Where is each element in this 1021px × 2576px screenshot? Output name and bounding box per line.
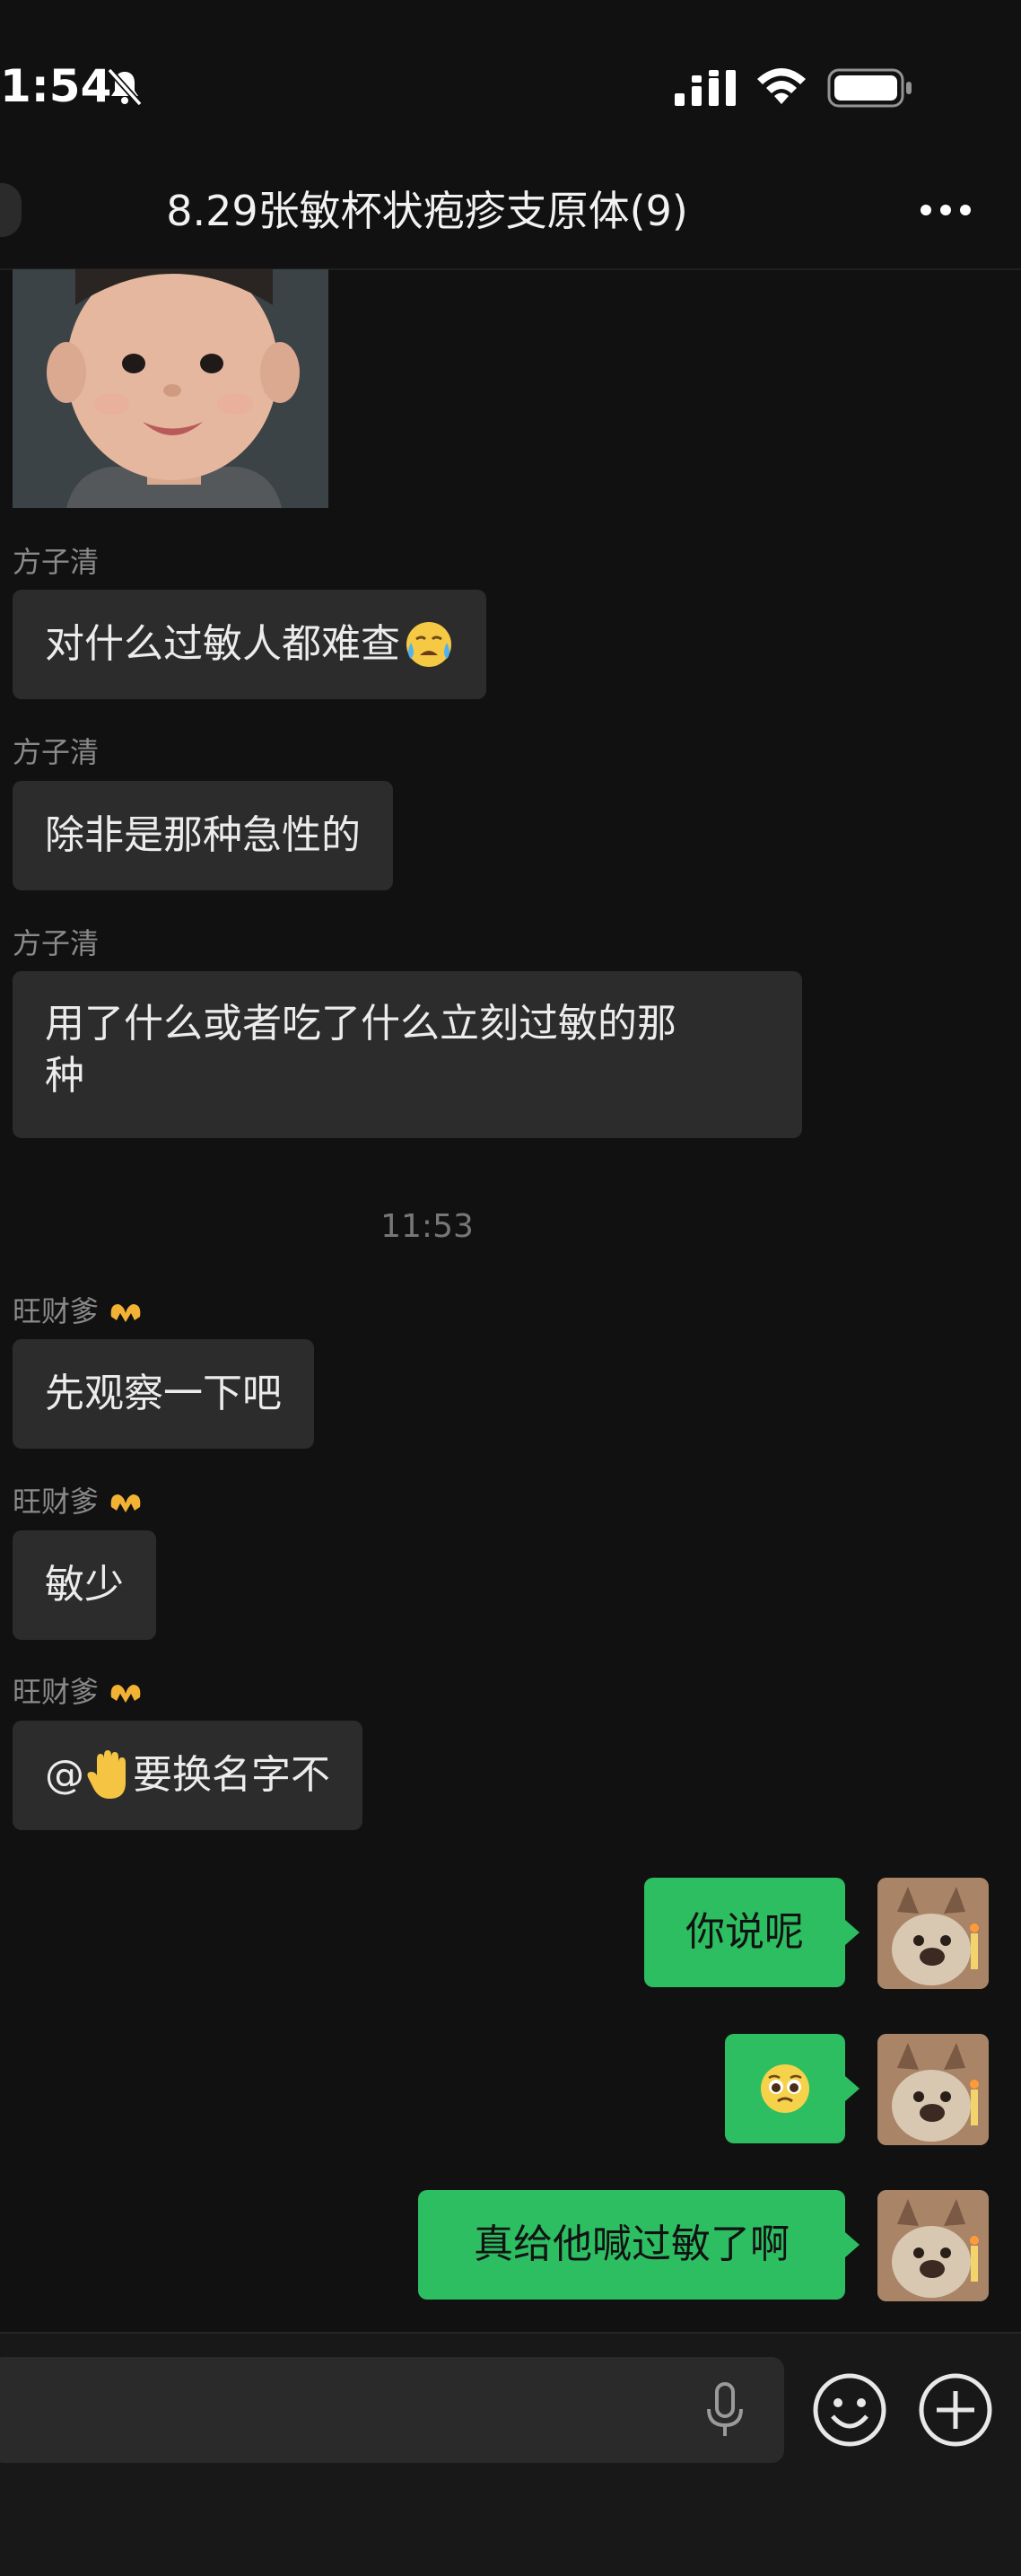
message-text: 敏少 (45, 1562, 124, 1608)
sender-name-text: 旺财爹 (13, 1485, 100, 1519)
hand-emoji (87, 1750, 126, 1799)
message-input[interactable] (0, 2357, 784, 2463)
message-text: 要换名字不 (133, 1752, 330, 1798)
crying-emoji (406, 622, 451, 667)
bell-slash-icon (107, 67, 143, 107)
plus-icon[interactable] (917, 2371, 994, 2449)
emoji-icon[interactable] (811, 2371, 888, 2449)
avatar[interactable] (877, 2190, 989, 2301)
message-text: 先观察一下吧 (45, 1371, 282, 1416)
battery-icon (827, 68, 912, 108)
sender-name: 旺财爹 (13, 1674, 144, 1710)
heart-hands-emoji (110, 1304, 141, 1322)
pleading-emoji (761, 2064, 809, 2113)
sender-name: 旺财爹 (13, 1484, 144, 1520)
signal-icon (675, 70, 736, 106)
sender-name: 方子清 (13, 545, 100, 579)
status-time: 1:54 (0, 60, 112, 112)
dog-avatar-image (877, 2034, 989, 2145)
sender-name: 旺财爹 (13, 1293, 144, 1329)
heart-hands-emoji (110, 1685, 141, 1703)
message-timestamp: 11:53 (380, 1208, 474, 1245)
sender-name: 方子清 (13, 926, 100, 960)
sender-name: 方子清 (13, 735, 100, 769)
microphone-icon[interactable] (703, 2382, 746, 2440)
message-bubble[interactable]: 除非是那种急性的 (13, 781, 393, 890)
sender-name-text: 旺财爹 (13, 1294, 100, 1328)
heart-hands-emoji (110, 1494, 141, 1512)
chat-title: 8.29张敏杯状疱疹支原体(9) (166, 187, 688, 235)
message-text-line: 种 (45, 1053, 84, 1099)
dog-avatar-image (877, 2190, 989, 2301)
sender-name-text: 旺财爹 (13, 1675, 100, 1709)
message-bubble[interactable]: 用了什么或者吃了什么立刻过敏的那 种 (13, 971, 802, 1138)
image-message[interactable] (13, 269, 328, 508)
bubble-tail (845, 2076, 860, 2101)
mention-prefix: @ (45, 1752, 84, 1798)
wifi-icon (757, 68, 806, 104)
message-text: 你说呢 (685, 1909, 804, 1955)
avatar[interactable] (877, 2034, 989, 2145)
message-text-line: 用了什么或者吃了什么立刻过敏的那 (45, 1001, 676, 1047)
message-bubble[interactable]: 对什么过敏人都难查 (13, 590, 486, 699)
status-bar: 1:54 (0, 0, 1021, 171)
message-bubble[interactable]: @ 要换名字不 (13, 1721, 362, 1830)
bubble-tail (845, 1920, 860, 1945)
avatar[interactable] (877, 1878, 989, 1989)
outgoing-message-bubble[interactable] (725, 2034, 845, 2143)
input-bar (0, 2332, 1021, 2576)
message-text: 对什么过敏人都难查 (45, 621, 400, 667)
bubble-tail (845, 2232, 860, 2257)
child-photo (13, 269, 328, 508)
message-text: 除非是那种急性的 (45, 812, 361, 858)
message-text: 真给他喊过敏了啊 (474, 2221, 790, 2267)
dog-avatar-image (877, 1878, 989, 1989)
message-bubble[interactable]: 先观察一下吧 (13, 1339, 314, 1449)
message-bubble[interactable]: 敏少 (13, 1530, 156, 1640)
more-icon[interactable] (917, 199, 974, 221)
outgoing-message-bubble[interactable]: 你说呢 (644, 1878, 845, 1987)
outgoing-message-bubble[interactable]: 真给他喊过敏了啊 (418, 2190, 845, 2300)
